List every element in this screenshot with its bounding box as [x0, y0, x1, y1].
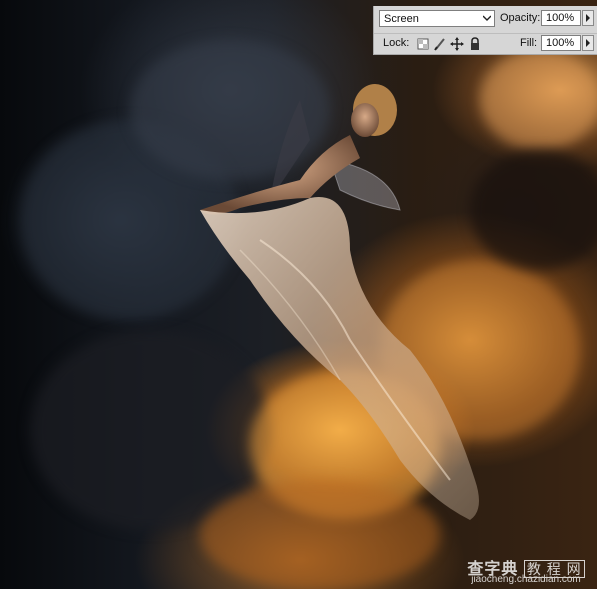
- opacity-value: 100%: [546, 12, 575, 24]
- lock-fill-row: Lock: Fill: 100%: [374, 33, 597, 54]
- blend-mode-value: Screen: [384, 13, 419, 25]
- blend-opacity-row: Screen Opacity: 100%: [374, 8, 597, 30]
- lock-image-pixels-icon[interactable]: [433, 37, 447, 51]
- site-watermark: 查字典 教 程 网 jiaocheng.chazidian.com: [462, 555, 590, 587]
- watermark-url: jiaocheng.chazidian.com: [471, 574, 581, 585]
- fill-slider-button[interactable]: [582, 35, 594, 51]
- triangle-right-icon: [586, 39, 590, 47]
- triangle-right-icon: [586, 14, 590, 22]
- fill-label: Fill:: [520, 37, 538, 49]
- fill-input[interactable]: 100%: [541, 35, 581, 51]
- glowing-cloud: [480, 50, 597, 150]
- opacity-slider-button[interactable]: [582, 10, 594, 26]
- lock-label: Lock:: [383, 37, 410, 49]
- fill-value: 100%: [546, 37, 575, 49]
- chevron-down-icon: [483, 15, 491, 21]
- lock-transparent-pixels-icon[interactable]: [416, 37, 430, 51]
- winged-figure: [200, 84, 479, 520]
- blend-mode-dropdown[interactable]: Screen: [379, 10, 495, 27]
- layers-options-bar: Screen Opacity: 100% Lock: Fill: 100%: [373, 6, 597, 55]
- lock-all-icon[interactable]: [468, 37, 482, 51]
- lock-position-icon[interactable]: [450, 37, 464, 51]
- canvas-image: [0, 0, 597, 589]
- opacity-label: Opacity:: [500, 12, 541, 24]
- opacity-input[interactable]: 100%: [541, 10, 581, 26]
